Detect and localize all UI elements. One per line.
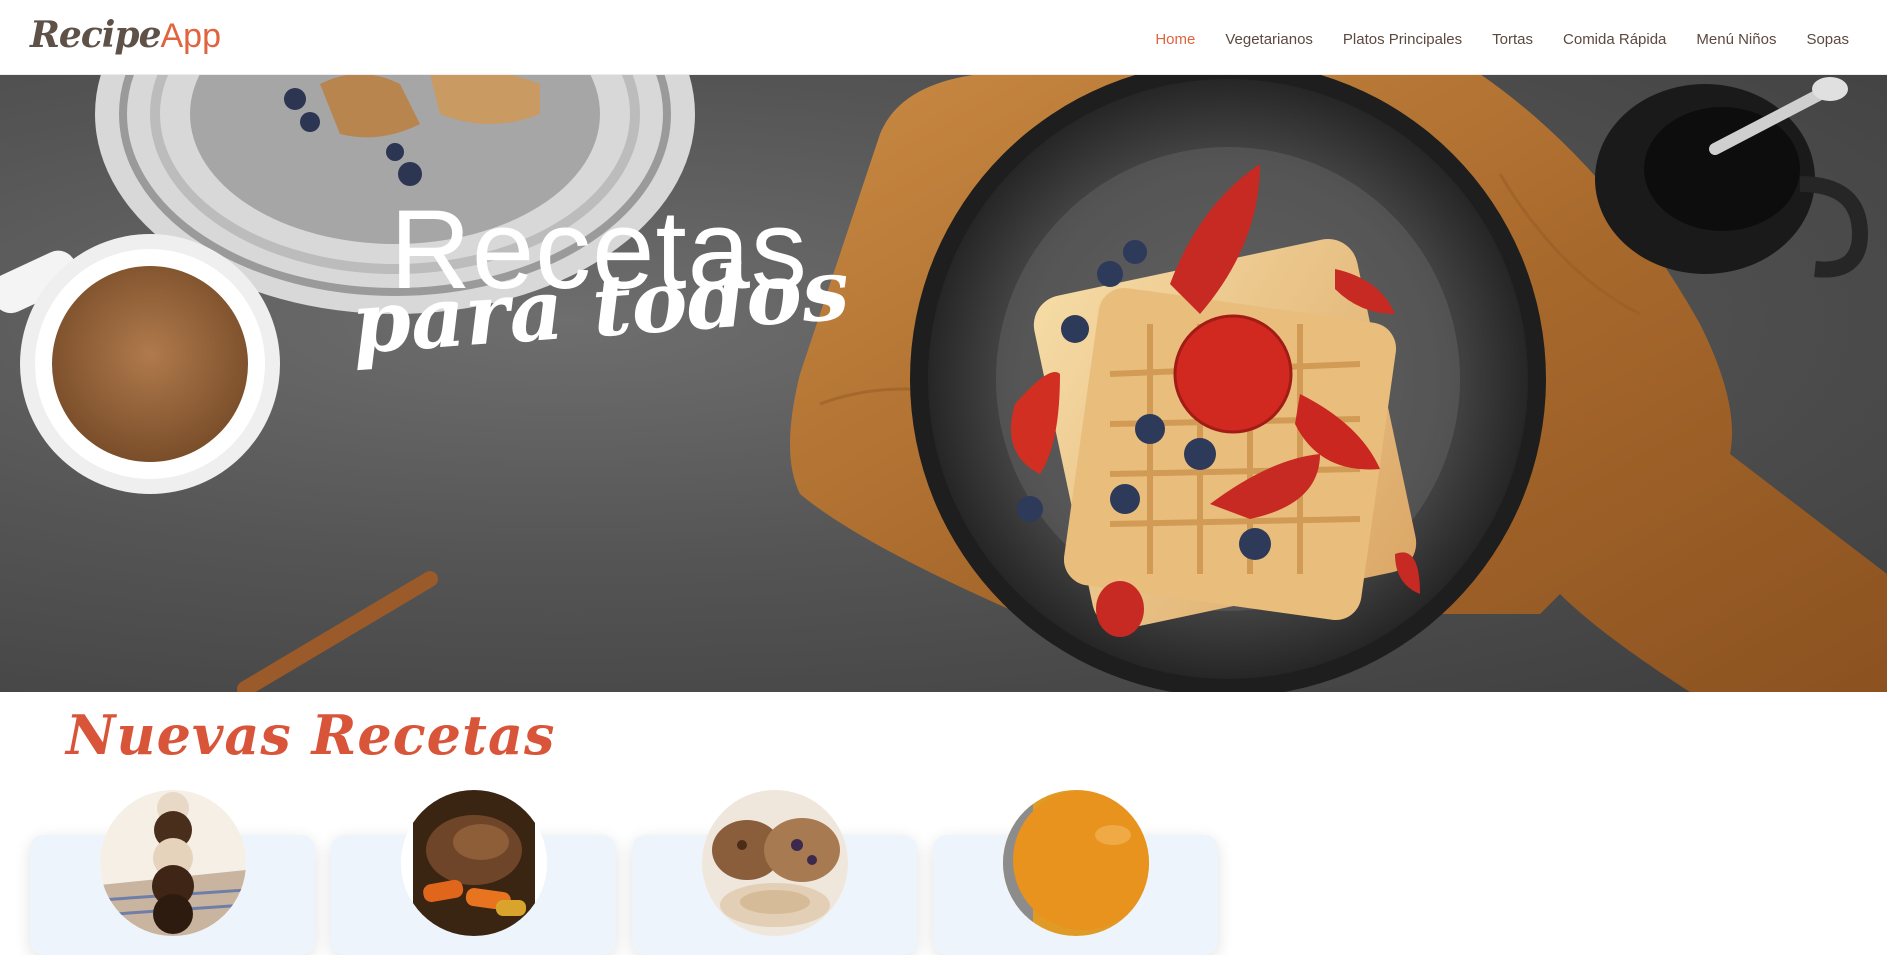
hero-background-image: [0, 74, 1887, 692]
cinnamon-stick: [237, 571, 438, 692]
nav-item-platos-principales[interactable]: Platos Principales: [1343, 31, 1462, 48]
syrup-jug: [1595, 77, 1869, 278]
nav-item-vegetarianos[interactable]: Vegetarianos: [1225, 31, 1313, 48]
recipe-image-cookies[interactable]: [702, 790, 848, 936]
recipe-image-orange-drink[interactable]: [1003, 790, 1149, 936]
logo-text-recipe: Recipe: [30, 14, 161, 56]
coffee-cup: [0, 234, 280, 494]
logo[interactable]: Recipe App: [30, 14, 221, 58]
recipe-image-beef[interactable]: [401, 790, 547, 936]
nav-item-sopas[interactable]: Sopas: [1806, 31, 1849, 48]
section-title-nuevas-recetas: Nuevas Recetas: [66, 703, 556, 767]
nav-item-tortas[interactable]: Tortas: [1492, 31, 1533, 48]
main-nav: Home Vegetarianos Platos Principales Tor…: [1155, 0, 1849, 78]
hero-banner: Recetas para todos: [0, 74, 1887, 692]
nav-item-menu-ninos[interactable]: Menú Niños: [1696, 31, 1776, 48]
logo-text-app: App: [160, 17, 222, 55]
site-header: Recipe App Home Vegetarianos Platos Prin…: [0, 0, 1887, 75]
nav-item-comida-rapida[interactable]: Comida Rápida: [1563, 31, 1666, 48]
nav-item-home[interactable]: Home: [1155, 31, 1195, 48]
recipe-image-cakepops[interactable]: [100, 790, 246, 936]
